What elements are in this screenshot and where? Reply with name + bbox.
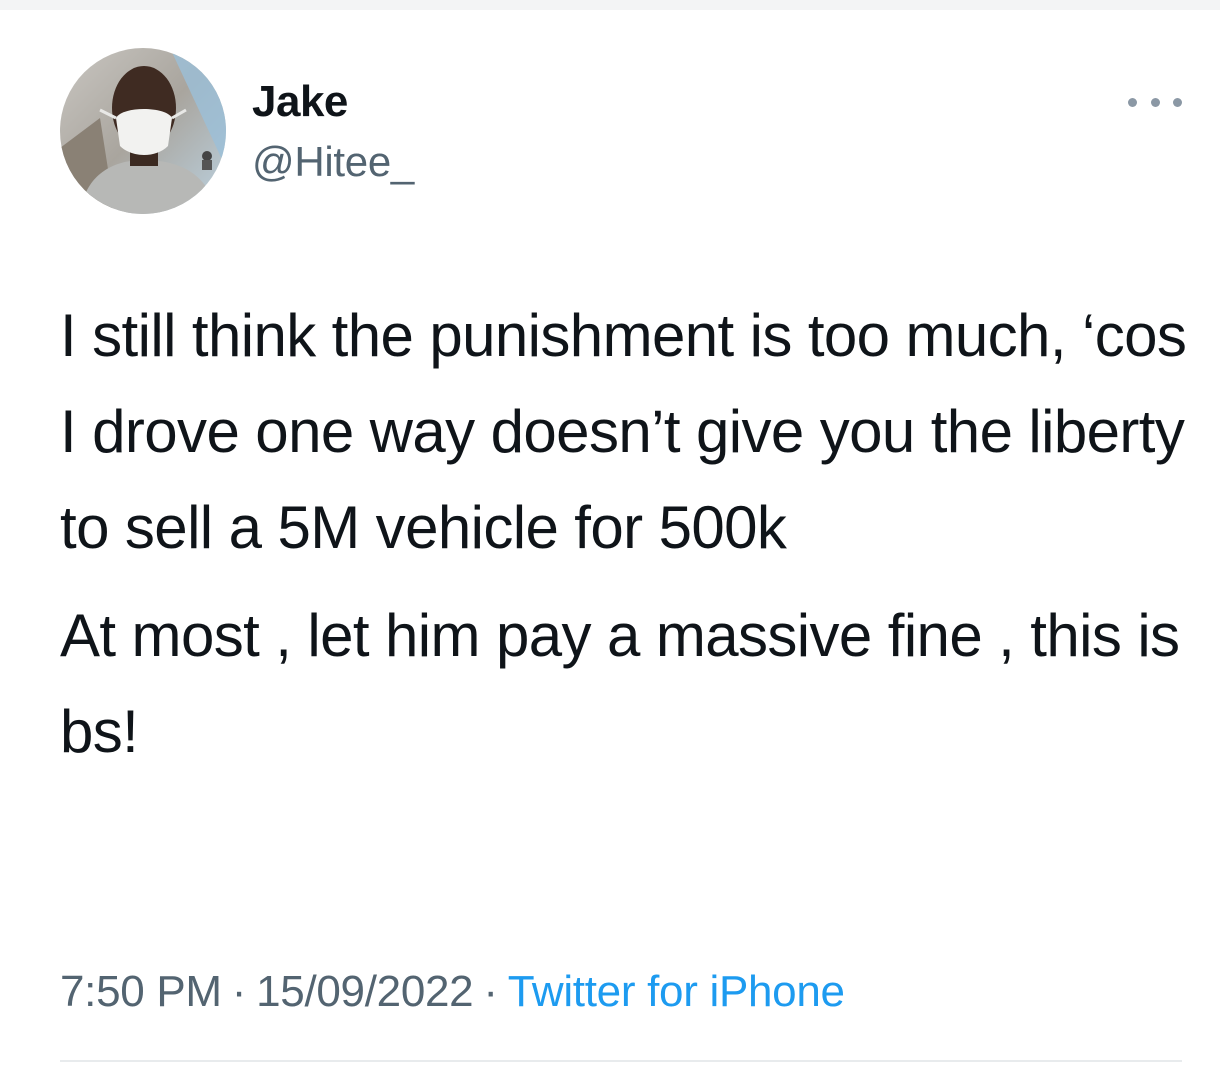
more-options-icon-dot bbox=[1173, 97, 1182, 107]
tweet-metadata: 7:50 PM · 15/09/2022 · Twitter for iPhone bbox=[60, 964, 845, 1020]
tweet-paragraph: I still think the punishment is too much… bbox=[60, 302, 1187, 561]
tweet-text: I still think the punishment is too much… bbox=[60, 288, 1190, 780]
tweet-time[interactable]: 7:50 PM bbox=[60, 967, 222, 1016]
more-options-icon bbox=[1128, 97, 1137, 107]
more-options-icon-dot bbox=[1150, 97, 1160, 107]
more-options-button[interactable] bbox=[1128, 92, 1182, 112]
separator-dot: · bbox=[483, 967, 498, 1016]
tweet-source-link[interactable]: Twitter for iPhone bbox=[508, 967, 845, 1016]
tweet-date[interactable]: 15/09/2022 bbox=[256, 967, 474, 1016]
author-handle[interactable]: @Hitee_ bbox=[252, 136, 414, 188]
author-name[interactable]: Jake bbox=[252, 76, 348, 128]
avatar-photo bbox=[60, 48, 226, 214]
separator-dot: · bbox=[231, 967, 247, 1016]
top-strip bbox=[0, 0, 1220, 10]
tweet-paragraph: At most , let him pay a massive fine , t… bbox=[60, 602, 1180, 765]
divider bbox=[60, 1060, 1182, 1062]
avatar[interactable] bbox=[60, 48, 226, 214]
